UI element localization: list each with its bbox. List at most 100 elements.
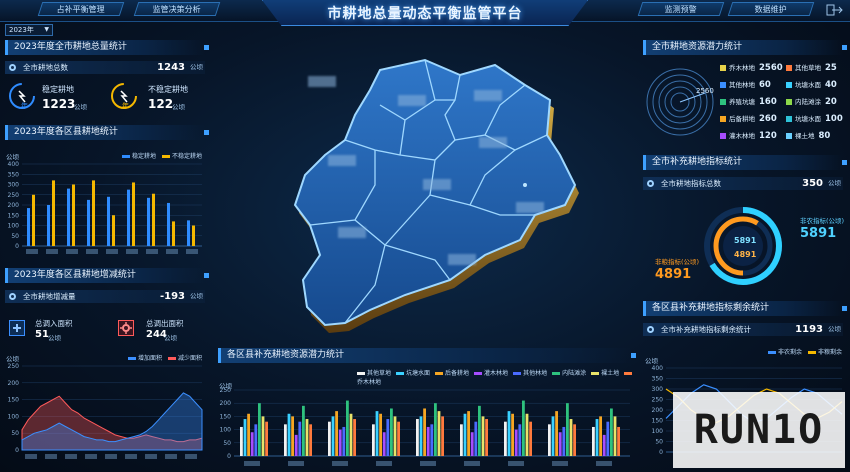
bar — [379, 413, 382, 456]
in-label: 总调入面积 — [35, 319, 73, 328]
potential-value: 160 — [759, 97, 777, 107]
bar — [346, 400, 349, 456]
stable-unit: 公顷 — [74, 103, 87, 111]
bar — [525, 413, 529, 456]
y-tick-label: 250 — [8, 192, 20, 199]
x-tick-label — [126, 249, 138, 254]
bar — [152, 193, 155, 246]
bar — [92, 180, 95, 246]
section-county-header: 2023年度各区县耕地统计 — [5, 125, 209, 140]
value-a: 5891 — [800, 226, 837, 241]
x-tick-label — [125, 454, 137, 459]
y-tick-label: 0 — [15, 447, 19, 454]
potential-label: 其他草地 — [795, 64, 821, 72]
y-tick-label: 250 — [8, 363, 20, 370]
index-unit: 公顷 — [828, 179, 841, 187]
bar — [67, 188, 70, 246]
map-label — [328, 155, 356, 166]
bar — [261, 416, 265, 456]
nav-balance-management[interactable]: 占补平衡管理 — [37, 2, 125, 16]
legend-swatch — [786, 99, 792, 105]
y-tick-label: 200 — [652, 407, 664, 414]
nav-decision-analysis[interactable]: 监管决策分析 — [133, 2, 221, 16]
bar — [610, 408, 613, 456]
nav-monitoring-warning[interactable]: 监测预警 — [637, 2, 725, 16]
legend-swatch — [624, 372, 633, 375]
change-value: -193 — [159, 291, 185, 302]
potential-value: 120 — [759, 131, 777, 141]
x-tick-label — [288, 461, 304, 466]
supp-legend: 其他草地 坑塘水面 后备耕地 灌木林地 其他林地 内陆滩涂 裸土地乔木林地 — [357, 368, 637, 386]
year-badge: 年 — [21, 102, 28, 110]
y-tick-label: 100 — [220, 427, 232, 434]
map-label — [398, 95, 426, 106]
section-title: 2023年度全市耕地总量统计 — [14, 42, 127, 52]
logout-icon[interactable] — [826, 4, 844, 16]
potential-item: 灌木林地 120 — [720, 130, 777, 141]
x-tick-label — [106, 249, 118, 254]
bar — [558, 432, 562, 456]
bar — [434, 403, 437, 456]
potential-label: 养殖坑塘 — [729, 98, 755, 106]
bar — [602, 434, 606, 456]
y-tick-label: 150 — [652, 418, 664, 425]
supp-bar-chart: 0 50 100 150 200 250 — [220, 387, 630, 466]
bar — [548, 424, 551, 456]
bar — [240, 426, 243, 456]
bar — [419, 416, 423, 456]
map-label — [479, 137, 507, 148]
potential-label: 其他林地 — [729, 81, 755, 89]
ring-a-value: 5891 — [734, 236, 757, 245]
x-tick-label — [420, 461, 436, 466]
bar — [243, 419, 247, 456]
x-tick-label — [26, 249, 38, 254]
bar — [112, 215, 115, 246]
bullet-icon — [647, 180, 654, 187]
bar — [478, 405, 481, 456]
bar — [562, 426, 566, 456]
bar — [187, 220, 190, 246]
potential-label: 乔木林地 — [729, 64, 755, 72]
legend-label: 裸土地 — [601, 370, 620, 377]
y-tick-label: 350 — [8, 171, 20, 178]
bar — [463, 413, 467, 456]
potential-item: 养殖坑塘 160 — [720, 96, 777, 107]
bar — [372, 424, 375, 456]
bar — [335, 411, 338, 456]
bar — [514, 429, 518, 456]
x-tick-label — [45, 454, 57, 459]
potential-item: 裸土地 80 — [786, 130, 830, 141]
bar — [342, 426, 346, 456]
watermark-logo: RUN1O — [673, 392, 845, 468]
legend-label: 坑塘水面 — [406, 370, 431, 377]
potential-item: 坑塘水面 100 — [786, 113, 843, 124]
potential-label: 坑塘水面 — [795, 81, 821, 89]
bar — [47, 205, 50, 246]
plus-icon — [9, 320, 25, 336]
y-tick-label: 50 — [223, 440, 231, 447]
bar — [192, 225, 195, 246]
x-tick-label — [332, 461, 348, 466]
nav-data-maintenance[interactable]: 数据维护 — [727, 2, 815, 16]
bar — [309, 424, 312, 456]
county-map[interactable] — [285, 45, 585, 345]
y-tick-label: 150 — [8, 397, 20, 404]
potential-value: 25 — [825, 63, 837, 73]
bar — [441, 416, 444, 456]
legend-swatch — [591, 372, 600, 375]
legend-item: 后备耕地 — [435, 370, 469, 377]
bar — [467, 411, 470, 456]
legend-item: 内陆滩涂 — [552, 370, 586, 377]
legend-label: 后备耕地 — [445, 370, 470, 377]
y-tick-label: 400 — [8, 161, 20, 168]
y-tick-label: 200 — [8, 380, 20, 387]
section-remain-header: 各区县补充耕地指标剩余统计 — [643, 301, 847, 316]
potential-value: 40 — [825, 80, 837, 90]
section-index-header: 全市补充耕地指标统计 — [643, 155, 847, 170]
nav-label: 监管决策分析 — [152, 5, 201, 14]
y-tick-label: 150 — [220, 413, 232, 420]
y-tick-label: 0 — [15, 243, 19, 250]
bar — [328, 421, 331, 456]
year-select[interactable]: 2023年 ▼ — [5, 24, 53, 36]
bar — [27, 208, 30, 246]
